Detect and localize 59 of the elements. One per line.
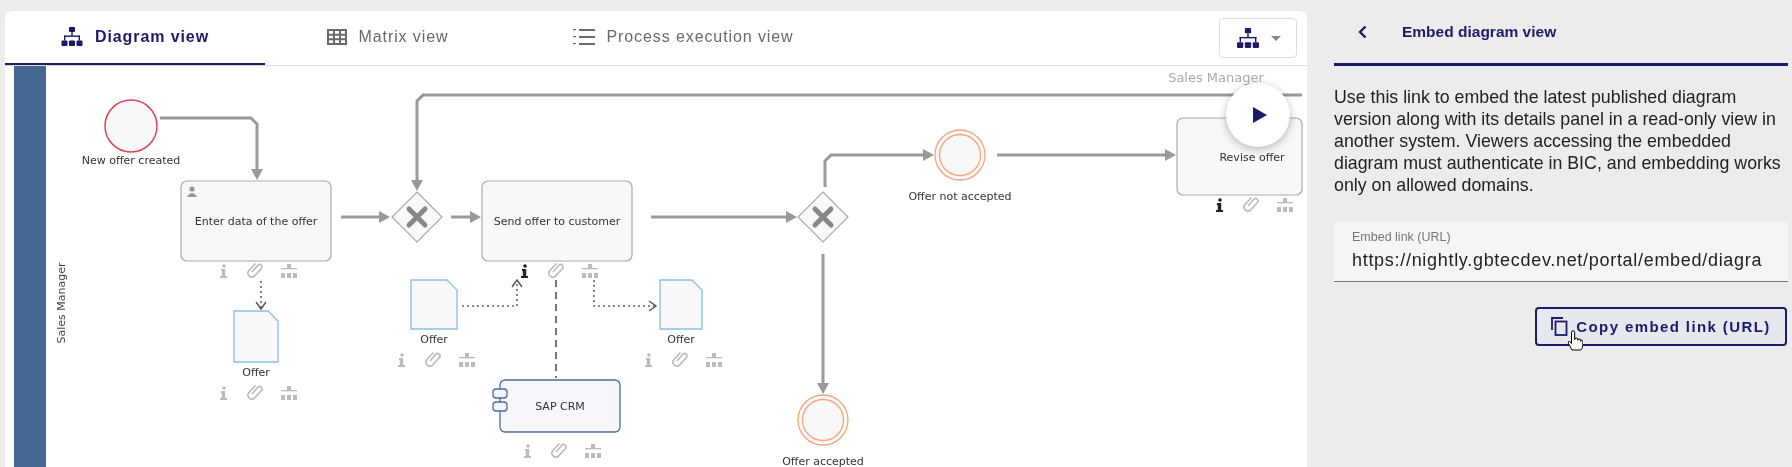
data-association-arrow [255, 280, 267, 311]
numbered-list-icon [572, 28, 595, 46]
paperclip-icon[interactable] [425, 351, 441, 367]
sequence-flow [341, 211, 390, 223]
hierarchy-icon[interactable] [585, 444, 601, 458]
hierarchy-icon[interactable] [459, 353, 475, 367]
hierarchy-icon[interactable] [281, 386, 297, 400]
document-shape [233, 310, 279, 363]
hierarchy-icon [1235, 27, 1261, 49]
view-dropdown-button[interactable] [1219, 18, 1297, 58]
play-button[interactable] [1226, 83, 1290, 147]
panel-title: Embed diagram view [1402, 22, 1557, 41]
paperclip-icon[interactable] [551, 442, 567, 458]
embed-link-field[interactable]: Embed link (URL) https://nightly.gbtecdev.net/portal/embed/diagra [1334, 222, 1788, 282]
document-shape [410, 279, 458, 330]
start-event [104, 99, 158, 153]
node-label: Offer not accepted [908, 190, 1012, 203]
data-association-arrow [461, 278, 523, 307]
node-label: Offer [667, 333, 695, 346]
lane-label: Sales Manager [55, 262, 68, 344]
data-association-arrow [593, 279, 658, 312]
view-tab[interactable]: Diagram view [5, 11, 265, 65]
link-input[interactable]: https://nightly.gbtecdev.net/portal/embed/diagra [1352, 244, 1772, 271]
info-icon[interactable] [521, 264, 528, 278]
event-circle [934, 129, 986, 181]
hierarchy-icon [61, 27, 83, 47]
description-text: Use this link to embed the latest published diagram version along with its details panel in a read-only view in another system. Viewers accessing the embedded diagram must authenticate in BIC, and embedding works only on allowed domains. [1334, 86, 1782, 196]
event-circle [797, 394, 849, 446]
paperclip-icon[interactable] [247, 262, 263, 278]
info-icon[interactable] [1216, 198, 1223, 212]
hierarchy-icon[interactable] [281, 264, 297, 278]
chevron-left-icon [1358, 24, 1367, 39]
paperclip-icon[interactable] [548, 262, 564, 278]
node-label: New offer created [81, 154, 181, 167]
view-tab[interactable]: Matrix view [265, 11, 510, 65]
paperclip-icon[interactable] [247, 384, 263, 400]
lane-label: Sales Manager [1168, 70, 1264, 85]
hierarchy-icon[interactable] [706, 353, 722, 367]
copy-icon [1551, 317, 1569, 336]
caret-icon [1271, 35, 1281, 41]
play-icon [1253, 107, 1267, 123]
exclusive-gateway [391, 191, 443, 243]
field-label: Embed link (URL) [1352, 230, 1452, 244]
exclusive-gateway [797, 191, 849, 243]
node-label: Offer [242, 366, 270, 379]
hierarchy-icon[interactable] [1277, 198, 1293, 212]
paperclip-icon[interactable] [1243, 196, 1259, 212]
node-label: Offer [420, 333, 448, 346]
view-tab[interactable]: Process execution view [510, 11, 856, 65]
node-label: Send offer to customer [493, 215, 621, 228]
sequence-flow [451, 211, 481, 223]
grid-icon [326, 29, 347, 45]
document-shape [659, 279, 703, 330]
hierarchy-icon[interactable] [582, 264, 598, 278]
node-label: SAP CRM [535, 400, 585, 413]
node-label: Revise offer [1219, 150, 1285, 164]
paperclip-icon[interactable] [672, 351, 688, 367]
node-label: Offer accepted [782, 455, 864, 467]
node-label: Enter data of the offer [194, 215, 318, 228]
